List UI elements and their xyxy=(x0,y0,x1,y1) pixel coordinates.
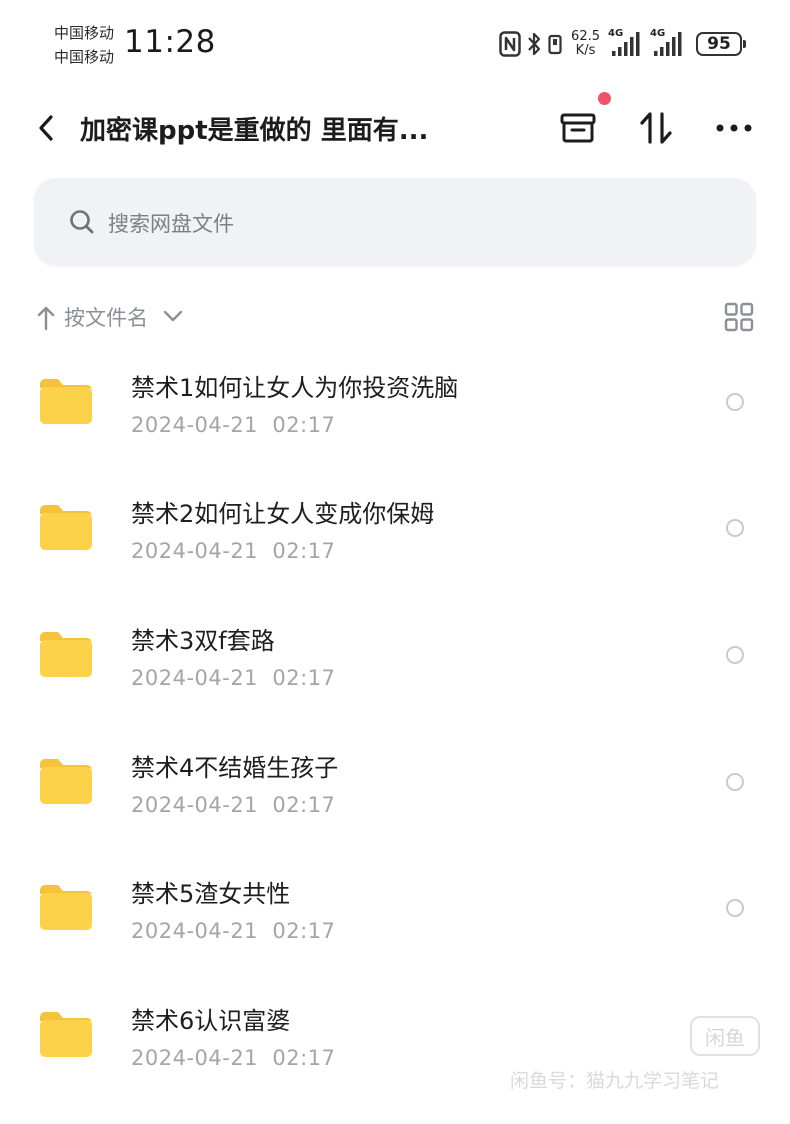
folder-row[interactable]: 禁术3双f套路 2024-04-21 02:17 xyxy=(0,593,790,719)
folder-date: 2024-04-21 02:17 xyxy=(131,793,336,817)
bluetooth-icon xyxy=(527,31,541,57)
transfer-list-button[interactable] xyxy=(556,106,600,150)
sort-button[interactable] xyxy=(634,106,678,150)
search-placeholder: 搜索网盘文件 xyxy=(108,212,234,236)
select-checkbox[interactable] xyxy=(726,773,744,791)
sort-row: 按文件名 xyxy=(34,298,756,338)
folder-name: 禁术6认识富婆 xyxy=(131,1007,291,1035)
carrier-1: 中国移动 xyxy=(54,24,115,42)
search-icon xyxy=(68,208,96,240)
vibrate-icon xyxy=(547,31,563,57)
watermark-logo: 闲鱼 xyxy=(690,1016,760,1056)
folder-name: 禁术2如何让女人变成你保姆 xyxy=(131,500,435,528)
folder-icon xyxy=(38,502,94,556)
sort-by-name-dropdown[interactable]: 按文件名 xyxy=(64,302,148,332)
folder-icon xyxy=(38,376,94,430)
folder-date: 2024-04-21 02:17 xyxy=(131,919,336,943)
folder-name: 禁术1如何让女人为你投资洗脑 xyxy=(131,374,459,402)
chevron-down-icon[interactable] xyxy=(162,308,184,327)
folder-icon xyxy=(38,629,94,683)
grid-view-icon[interactable] xyxy=(724,302,754,336)
net-speed-unit: K/s xyxy=(575,43,596,58)
nfc-icon xyxy=(499,31,521,57)
more-icon xyxy=(716,124,752,132)
net-speed-value: 62.5 xyxy=(571,29,600,44)
carrier-2: 中国移动 xyxy=(54,48,115,66)
folder-row[interactable]: 禁术5渣女共性 2024-04-21 02:17 xyxy=(0,846,790,972)
select-checkbox[interactable] xyxy=(726,393,744,411)
select-checkbox[interactable] xyxy=(726,519,744,537)
signal-1-label: 4G xyxy=(608,28,624,39)
folder-date: 2024-04-21 02:17 xyxy=(131,413,336,437)
folder-icon xyxy=(38,1009,94,1063)
select-checkbox[interactable] xyxy=(726,646,744,664)
folder-icon xyxy=(38,756,94,810)
folder-date: 2024-04-21 02:17 xyxy=(131,1046,336,1070)
folder-date: 2024-04-21 02:17 xyxy=(131,666,336,690)
folder-date: 2024-04-21 02:17 xyxy=(131,539,336,563)
back-icon xyxy=(39,115,53,141)
folder-name: 禁术3双f套路 xyxy=(131,627,275,655)
watermark-text: 闲鱼号：猫九九学习笔记 xyxy=(510,1070,720,1092)
status-indicators: 62.5 K/s 4G 4G 95 xyxy=(499,26,746,62)
header: 加密课ppt是重做的 里面有... xyxy=(0,90,790,170)
search-input[interactable]: 搜索网盘文件 xyxy=(34,178,756,266)
battery-level: 95 xyxy=(707,34,731,54)
folder-row[interactable]: 禁术4不结婚生孩子 2024-04-21 02:17 xyxy=(0,720,790,846)
transfer-list-icon xyxy=(560,113,596,143)
folder-row[interactable]: 禁术1如何让女人为你投资洗脑 2024-04-21 02:17 xyxy=(0,340,790,466)
select-checkbox[interactable] xyxy=(726,899,744,917)
sort-ascending-icon[interactable] xyxy=(36,305,56,335)
back-button[interactable] xyxy=(26,108,66,148)
signal-2: 4G xyxy=(650,28,686,58)
signal-1: 4G xyxy=(608,28,644,58)
signal-2-label: 4G xyxy=(650,28,666,39)
net-speed: 62.5 K/s xyxy=(571,30,600,58)
battery-icon: 95 xyxy=(696,32,746,56)
folder-row[interactable]: 禁术2如何让女人变成你保姆 2024-04-21 02:17 xyxy=(0,466,790,592)
folder-icon xyxy=(38,882,94,936)
sort-swap-icon xyxy=(640,112,672,144)
clock: 11:28 xyxy=(124,24,216,60)
page-title: 加密课ppt是重做的 里面有... xyxy=(80,116,429,146)
notification-dot xyxy=(598,92,611,105)
status-bar: 中国移动 中国移动 11:28 62.5 K/s 4G 4G 95 xyxy=(0,0,790,90)
folder-name: 禁术5渣女共性 xyxy=(131,880,291,908)
more-button[interactable] xyxy=(712,106,756,150)
folder-name: 禁术4不结婚生孩子 xyxy=(131,754,339,782)
